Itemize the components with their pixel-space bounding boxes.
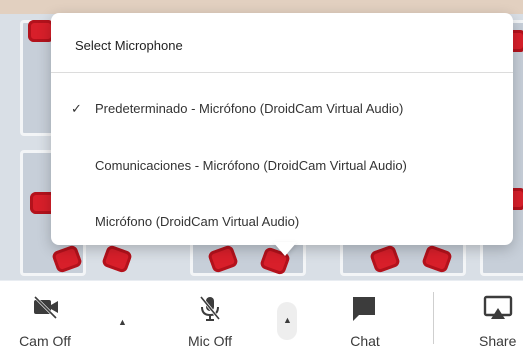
toolbar-divider (433, 292, 434, 344)
caret-up-icon: ▲ (283, 315, 292, 325)
chat-label: Chat (350, 333, 380, 349)
mic-option-label: Comunicaciones - Micrófono (DroidCam Vir… (95, 158, 407, 173)
checkmark-icon: ✓ (71, 101, 82, 116)
mic-off-label: Mic Off (187, 333, 233, 349)
floor-strip (0, 0, 523, 14)
cam-off-button[interactable]: Cam Off (0, 281, 90, 349)
chat-icon (353, 297, 375, 321)
camera-options-caret[interactable]: ▲ (118, 312, 134, 328)
select-microphone-popup: Select Microphone ✓ Predeterminado - Mic… (51, 13, 513, 245)
caret-up-icon: ▲ (118, 317, 127, 327)
microphone-off-icon (199, 296, 221, 321)
popup-divider (51, 72, 513, 73)
share-label: Share (479, 333, 517, 349)
microphone-options-caret[interactable]: ▲ (277, 302, 297, 340)
mic-option-label: Predeterminado - Micrófono (DroidCam Vir… (95, 101, 404, 116)
popup-pointer (273, 242, 297, 256)
mic-option-microphone[interactable]: Micrófono (DroidCam Virtual Audio) (51, 202, 513, 242)
mic-option-default[interactable]: ✓ Predeterminado - Micrófono (DroidCam V… (51, 89, 513, 129)
chair (101, 244, 133, 274)
cam-off-label: Cam Off (19, 333, 71, 349)
share-screen-icon (483, 295, 513, 319)
popup-title: Select Microphone (75, 38, 183, 53)
chat-button[interactable]: Chat (330, 281, 400, 349)
camera-off-icon (33, 295, 58, 319)
mic-option-label: Micrófono (DroidCam Virtual Audio) (95, 214, 300, 229)
mic-option-communications[interactable]: Comunicaciones - Micrófono (DroidCam Vir… (51, 146, 513, 186)
mic-off-button[interactable]: Mic Off (160, 281, 260, 349)
share-button[interactable]: Share (465, 281, 523, 349)
